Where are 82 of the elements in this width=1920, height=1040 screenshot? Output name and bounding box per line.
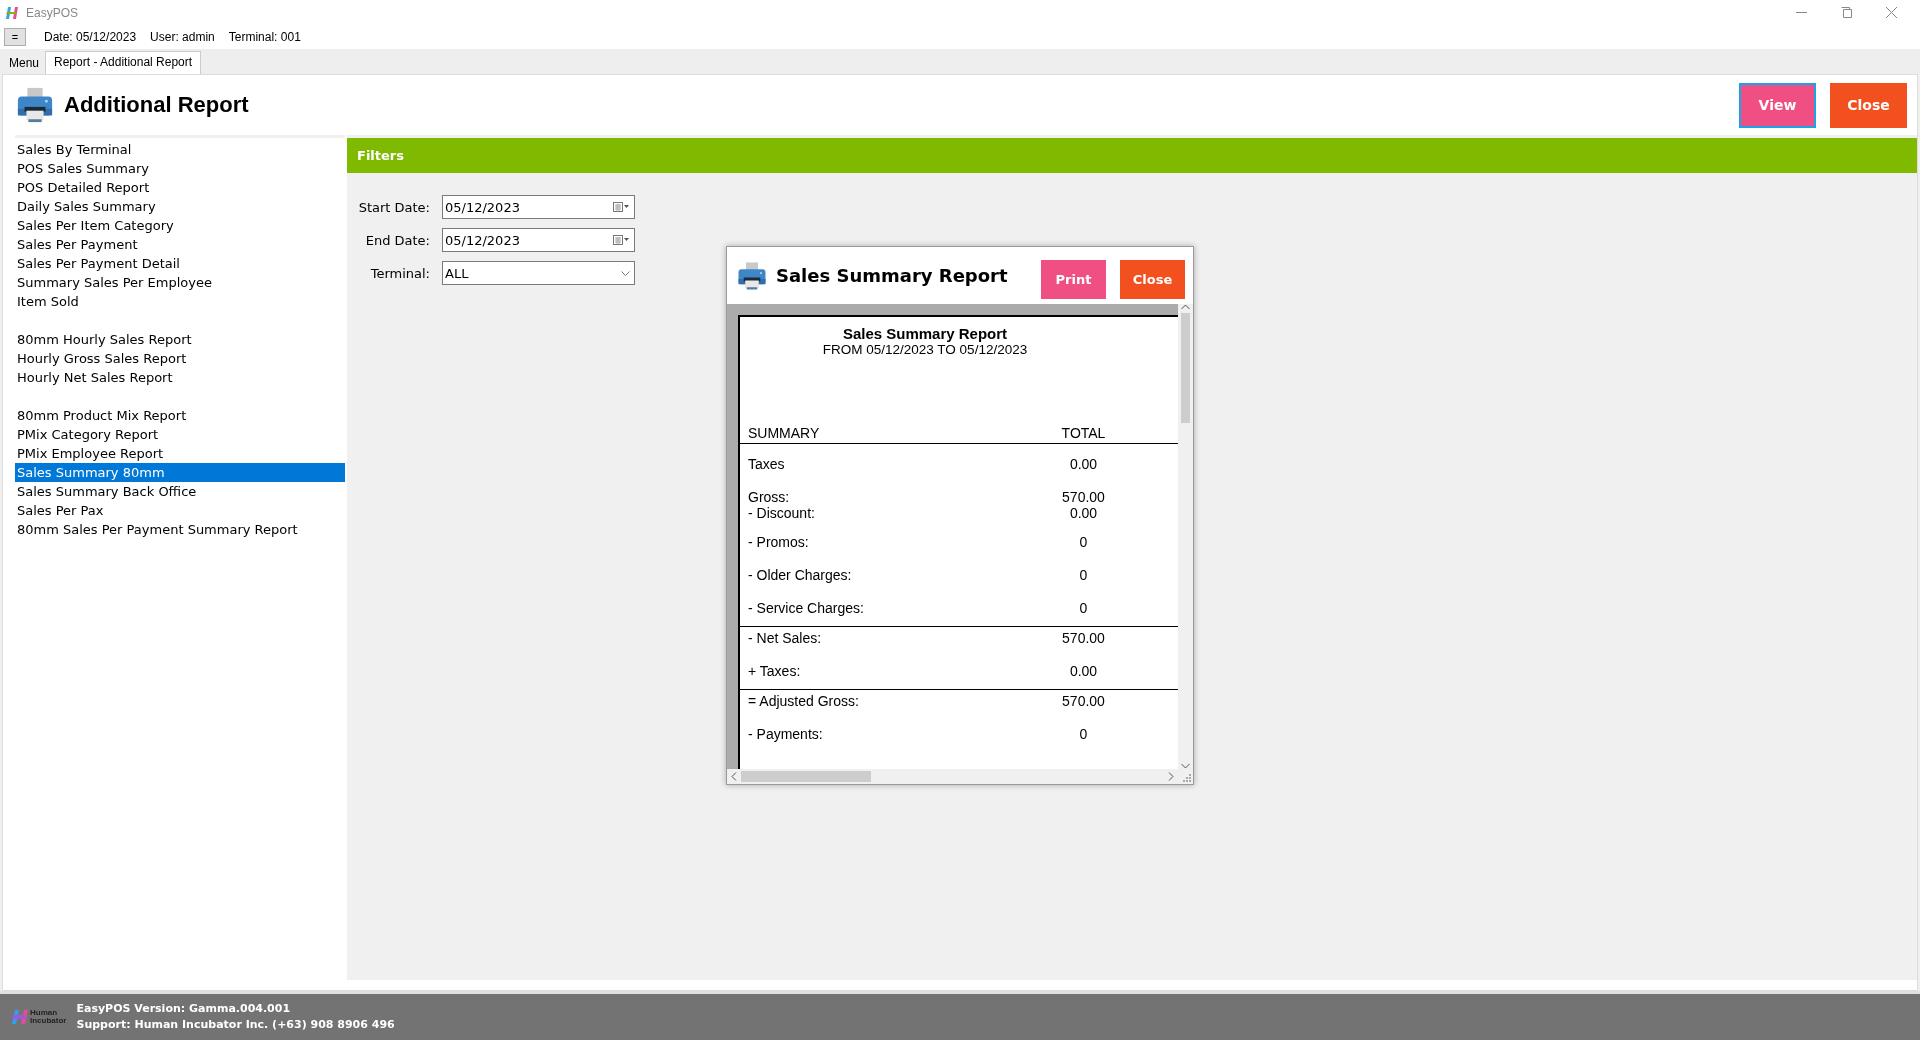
support-text: Support: Human Incubator Inc. (+63) 908 8906 496 [76, 1017, 395, 1033]
report-list-item[interactable]: 80mm Sales Per Payment Summary Report [15, 520, 345, 539]
column-header: TOTAL [1060, 425, 1107, 441]
minimize-icon[interactable] [1796, 11, 1807, 14]
report-list-item[interactable]: Hourly Gross Sales Report [15, 349, 345, 368]
field-label: End Date: [364, 232, 430, 248]
report-list-item[interactable]: Sales Summary Back Office [15, 482, 345, 501]
terminal-label: Terminal: 001 [228, 30, 301, 44]
report-list-item[interactable]: POS Sales Summary [15, 159, 345, 178]
chevron-up-icon[interactable] [1181, 304, 1190, 310]
dropdown-field[interactable]: ALL [442, 261, 635, 285]
report-list-item[interactable]: PMix Category Report [15, 425, 345, 444]
user-label: User: admin [150, 30, 215, 44]
report-list-item[interactable]: Daily Sales Summary [15, 197, 345, 216]
calendar-icon [613, 202, 630, 212]
calendar-icon [613, 235, 630, 245]
field-label: Start Date: [357, 199, 430, 215]
field-label: Terminal: [369, 265, 430, 281]
row-total: 570.00 [1061, 693, 1106, 709]
scrollbar-thumb[interactable] [1181, 313, 1190, 423]
company-logo-text: Human Incubator [30, 1009, 67, 1025]
printer-icon [737, 260, 767, 291]
row-total: 0.00 [1068, 663, 1099, 679]
row-label: - Older Charges: [748, 567, 853, 583]
row-label: - Service Charges: [748, 600, 865, 616]
row-label: Gross: [748, 489, 791, 505]
dialog-title: Sales Summary Report [776, 265, 1008, 286]
menu-button[interactable]: = [4, 28, 26, 46]
company-logo-icon [12, 1010, 28, 1024]
resize-grip-icon[interactable] [1183, 774, 1191, 782]
row-label: - Discount: [748, 505, 816, 521]
report-date-range: FROM 05/12/2023 TO 05/12/2023 [821, 342, 1029, 357]
vertical-scrollbar[interactable] [1178, 304, 1193, 769]
printer-icon [16, 86, 54, 124]
column-header: SUMMARY [748, 425, 821, 441]
report-list-item[interactable]: Sales By Terminal [15, 140, 345, 159]
report-list-item[interactable]: Sales Per Pax [15, 501, 345, 520]
app-logo-icon [6, 6, 20, 19]
report-list-item[interactable]: Sales Per Item Category [15, 216, 345, 235]
row-label: + Taxes: [748, 663, 802, 679]
report-list-item[interactable]: 80mm Product Mix Report [15, 406, 345, 425]
row-label: Taxes [748, 456, 786, 472]
report-list-item[interactable]: Sales Per Payment Detail [15, 254, 345, 273]
row-total: 570.00 [1061, 630, 1106, 646]
row-label: - Net Sales: [748, 630, 823, 646]
chevron-down-icon[interactable] [1181, 763, 1190, 769]
row-total: 0 [1078, 534, 1089, 550]
report-list-item[interactable]: Hourly Net Sales Report [15, 368, 345, 387]
row-label: - Promos: [748, 534, 810, 550]
report-title: Sales Summary Report [841, 324, 1009, 342]
date-label: Date: 05/12/2023 [44, 30, 137, 44]
row-total: 0.00 [1068, 505, 1099, 521]
date-field[interactable]: 05/12/2023 [442, 228, 635, 252]
row-total: 0 [1078, 726, 1089, 742]
row-total: 570.00 [1061, 489, 1106, 505]
report-list-item[interactable]: 80mm Hourly Sales Report [15, 330, 345, 349]
close-button[interactable]: Close [1120, 260, 1185, 299]
row-total: 0.00 [1068, 456, 1099, 472]
window-title: EasyPOS [26, 5, 79, 20]
version-text: EasyPOS Version: Gamma.004.001 [76, 1001, 292, 1017]
report-list-item[interactable]: Sales Summary 80mm [15, 463, 345, 482]
chevron-left-icon[interactable] [731, 772, 737, 781]
tab[interactable]: Report - Additional Report [45, 51, 202, 75]
chevron-right-icon[interactable] [1168, 772, 1174, 781]
report-list-item[interactable]: Item Sold [15, 292, 345, 311]
page-title: Additional Report [64, 92, 249, 118]
row-total: 0 [1078, 567, 1089, 583]
close-icon[interactable] [1886, 7, 1897, 18]
report-list-item[interactable]: Summary Sales Per Employee [15, 273, 345, 292]
restore-icon[interactable] [1841, 7, 1852, 18]
chevron-down-icon [621, 270, 630, 276]
report-list-item[interactable]: PMix Employee Report [15, 444, 345, 463]
row-total: 0 [1078, 600, 1089, 616]
close-button[interactable]: Close [1830, 82, 1907, 128]
filters-header: Filters [347, 138, 1917, 173]
row-label: - Payments: [748, 726, 824, 742]
report-list-item[interactable]: Sales Per Payment [15, 235, 345, 254]
report-list-item[interactable]: POS Detailed Report [15, 178, 345, 197]
date-field[interactable]: 05/12/2023 [442, 195, 635, 219]
scrollbar-thumb[interactable] [741, 771, 871, 782]
horizontal-scrollbar[interactable] [727, 769, 1178, 784]
row-label: = Adjusted Gross: [748, 693, 860, 709]
